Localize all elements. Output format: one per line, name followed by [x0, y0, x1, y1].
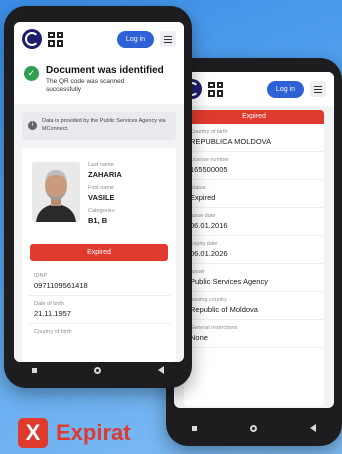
- right-phone-screen: Log in Expired Country of birth REPUBLICA…: [174, 72, 334, 408]
- status-subtitle: The QR code was scanned successfully: [46, 78, 125, 93]
- login-button[interactable]: Log in: [116, 30, 154, 48]
- holder-photo: [32, 162, 80, 222]
- home-icon[interactable]: [93, 366, 101, 374]
- idnp-label: IDNP: [34, 273, 48, 279]
- detail-value: None: [190, 333, 208, 342]
- detail-field: Expiry date 06.01.2026: [184, 236, 324, 264]
- detail-field: Status Expired: [184, 180, 324, 208]
- expired-caption-text: Expirat: [56, 420, 131, 445]
- hamburger-menu-icon[interactable]: [160, 31, 176, 47]
- detail-label: Country of birth: [190, 129, 228, 135]
- last-name-value: ZAHARIA: [88, 170, 122, 179]
- left-phone: Log in ✓ Document was identified The QR …: [4, 6, 192, 388]
- detail-value: Public Services Agency: [190, 277, 268, 286]
- expired-banner: Expired: [184, 110, 324, 124]
- detail-value: Expired: [190, 193, 216, 202]
- dob-value: 21.11.1957: [34, 309, 71, 318]
- login-button[interactable]: Log in: [266, 80, 304, 98]
- detail-value: 165500005: [190, 165, 228, 174]
- last-name-label: Last name: [88, 162, 114, 168]
- detail-label: Issue date: [190, 213, 216, 219]
- details-list: Country of birth REPUBLICA MOLDOVA License…: [184, 124, 324, 348]
- right-app-header: Log in: [174, 72, 334, 106]
- status-title: Document was identified: [46, 65, 164, 76]
- detail-value: Republic of Moldova: [190, 305, 258, 314]
- back-icon[interactable]: [157, 366, 164, 374]
- detail-field: General restrictions None: [184, 320, 324, 348]
- expired-status-button: Expired: [30, 244, 168, 261]
- right-details-card: Expired Country of birth REPUBLICA MOLDOV…: [184, 110, 324, 406]
- expired-caption: X Expirat: [18, 418, 131, 448]
- left-android-navbar: [4, 360, 192, 380]
- holder-portrait-icon: [32, 162, 80, 222]
- provider-note-text: Data is provided by the Public Services …: [42, 118, 166, 132]
- idnp-field: IDNP 0971109561418: [28, 268, 170, 296]
- categories-value: B1, B: [88, 216, 108, 225]
- right-phone: Log in Expired Country of birth REPUBLICA…: [166, 58, 342, 446]
- first-name-value: VASILE: [88, 193, 115, 202]
- info-icon: i: [28, 121, 37, 130]
- detail-field: License number 165500005: [184, 152, 324, 180]
- back-icon[interactable]: [309, 424, 316, 432]
- provider-note-box: i Data is provided by the Public Service…: [22, 112, 176, 140]
- detail-field: Country of birth REPUBLICA MOLDOVA: [184, 124, 324, 152]
- dob-field: Date of birth 21.11.1957: [28, 296, 170, 324]
- x-badge-icon: X: [18, 418, 48, 448]
- detail-field: Issuing country Republic of Moldova: [184, 292, 324, 320]
- detail-label: License number: [190, 157, 230, 163]
- detail-value: 06.01.2026: [190, 249, 228, 258]
- detail-value: REPUBLICA MOLDOVA: [190, 137, 272, 146]
- right-android-navbar: [166, 418, 342, 438]
- detail-value: 06.01.2016: [190, 221, 228, 230]
- status-card: ✓ Document was identified The QR code wa…: [14, 56, 184, 104]
- detail-field: Issuer Public Services Agency: [184, 264, 324, 292]
- home-icon[interactable]: [249, 424, 257, 432]
- first-name-label: First name: [88, 185, 114, 191]
- detail-field: Issue date 06.01.2016: [184, 208, 324, 236]
- cob-label: Country of birth: [34, 329, 72, 335]
- recent-apps-icon[interactable]: [32, 367, 38, 373]
- left-phone-screen: Log in ✓ Document was identified The QR …: [14, 22, 184, 362]
- hamburger-menu-icon[interactable]: [310, 81, 326, 97]
- idnp-value: 0971109561418: [34, 281, 88, 290]
- left-app-header: Log in: [14, 22, 184, 56]
- categories-label: Categories: [88, 208, 115, 214]
- detail-label: Status: [190, 185, 206, 191]
- detail-label: General restrictions: [190, 325, 238, 331]
- recent-apps-icon[interactable]: [192, 425, 198, 431]
- qr-code-icon[interactable]: [48, 31, 63, 47]
- qr-code-icon[interactable]: [208, 81, 223, 97]
- success-check-icon: ✓: [24, 66, 39, 81]
- app-logo-icon: [22, 29, 42, 49]
- detail-label: Issuing country: [190, 297, 227, 303]
- cob-field: Country of birth: [28, 324, 170, 340]
- detail-label: Issuer: [190, 269, 205, 275]
- detail-label: Expiry date: [190, 241, 218, 247]
- identity-card: Last name ZAHARIA First name VASILE Cate…: [22, 148, 176, 362]
- dob-label: Date of birth: [34, 301, 64, 307]
